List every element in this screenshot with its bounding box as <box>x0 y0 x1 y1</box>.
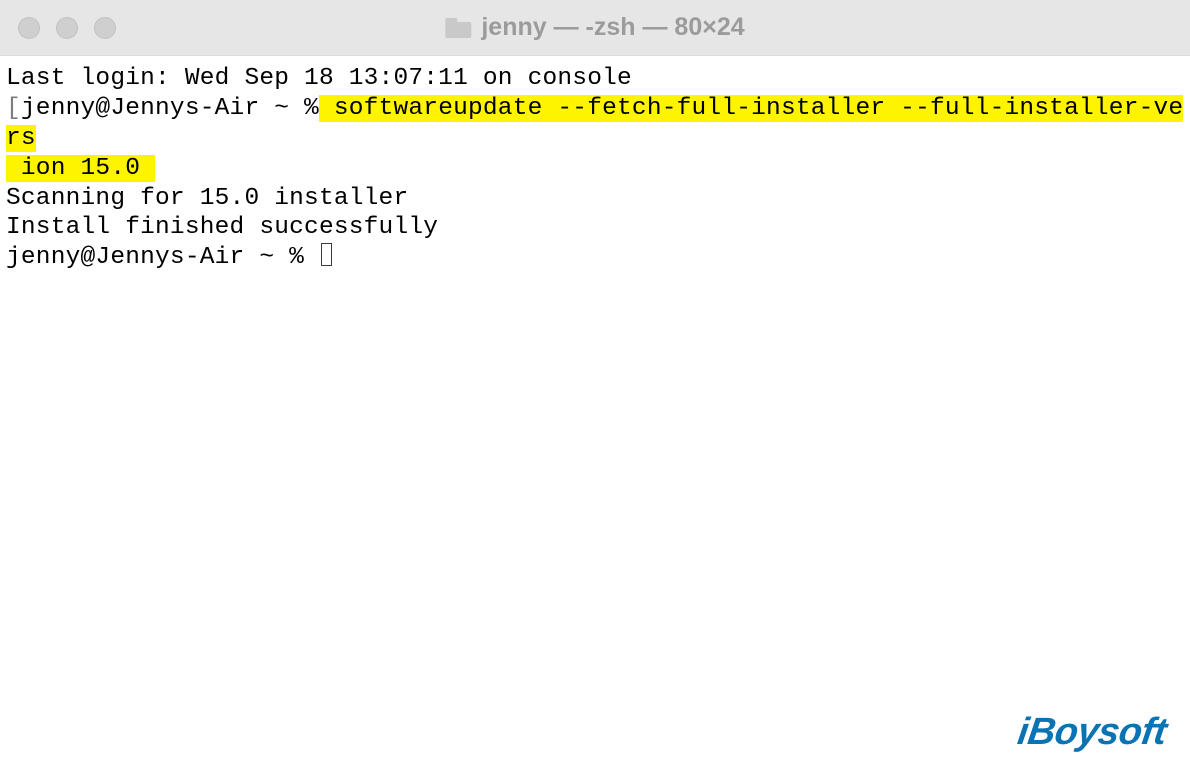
highlighted-command-part2: ion 15.0 <box>6 155 155 182</box>
shell-prompt-1: jenny@Jennys-Air ~ % <box>21 95 319 122</box>
folder-icon <box>445 18 471 38</box>
watermark-text: iBoysoft <box>1015 711 1169 753</box>
text-cursor <box>321 243 332 266</box>
title-text: jenny — -zsh — 80×24 <box>481 13 744 42</box>
window-controls <box>0 17 116 39</box>
minimize-button[interactable] <box>56 17 78 39</box>
window-title: jenny — -zsh — 80×24 <box>445 13 744 42</box>
prompt-bracket: [ <box>6 95 21 122</box>
watermark-logo: iBoysoft <box>1015 711 1169 754</box>
terminal-content[interactable]: Last login: Wed Sep 18 13:07:11 on conso… <box>0 56 1190 281</box>
close-button[interactable] <box>18 17 40 39</box>
last-login-line: Last login: Wed Sep 18 13:07:11 on conso… <box>6 65 632 92</box>
window-titlebar: jenny — -zsh — 80×24 <box>0 0 1190 56</box>
zoom-button[interactable] <box>94 17 116 39</box>
scanning-line: Scanning for 15.0 installer <box>6 185 408 212</box>
install-finished-line: Install finished successfully <box>6 214 438 241</box>
shell-prompt-2: jenny@Jennys-Air ~ % <box>6 244 319 271</box>
